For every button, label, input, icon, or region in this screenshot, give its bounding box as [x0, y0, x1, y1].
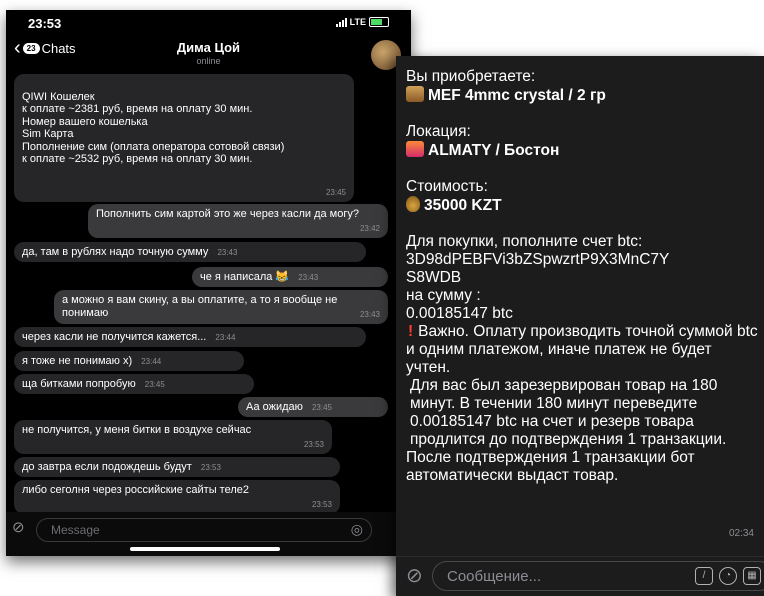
home-indicator — [130, 547, 280, 551]
box-emoji-icon — [406, 86, 424, 102]
message-input[interactable]: Message ◎ — [36, 518, 372, 542]
message-bubble[interactable]: либо сеголня через российские сайты теле… — [14, 480, 340, 514]
attach-icon[interactable]: ⊘ — [406, 563, 423, 588]
message-time: 23:53 — [311, 499, 332, 509]
message-bubble[interactable]: не получится, у меня битки в воздухе сей… — [14, 420, 332, 454]
message-text: Пополнить сим картой это же через касли … — [96, 208, 359, 220]
location-label: Локация: — [406, 123, 471, 140]
message-composer: ⊘ Message ◎ › — [6, 512, 411, 556]
message-bubble[interactable]: я тоже не понимаю х) 23:44 — [14, 351, 244, 371]
after-text: После подтверждения 1 транзакции бот авт… — [406, 449, 695, 484]
message-bubble[interactable]: да, там в рублях надо точную сумму 23:43 — [14, 242, 366, 262]
price-line: 35000 KZT — [406, 196, 758, 215]
sticker-icon[interactable]: ◎ — [351, 521, 363, 538]
message-bubble[interactable]: а можно я вам скину, а вы оплатите, а то… — [54, 290, 388, 324]
contact-status: online — [196, 56, 221, 66]
status-right: LTE — [335, 17, 389, 27]
message-text: я тоже не понимаю х) — [22, 355, 133, 367]
message-time: 23:43 — [298, 273, 319, 282]
exclamation-icon: ! — [408, 323, 414, 340]
message-time: 02:34 — [728, 528, 754, 539]
pay-instruction: Для покупки, пополните счет btc: — [406, 233, 643, 250]
location-value: ALMATY / Бостон — [428, 142, 560, 159]
message-text: да, там в рублях надо точную сумму — [22, 246, 209, 258]
message-time: 23:44 — [215, 333, 236, 342]
message-time: 23:53 — [303, 439, 324, 449]
message-text: ща битками попробую — [22, 378, 136, 390]
sticker-icon[interactable]: ▦ — [743, 567, 761, 585]
message-time: 23:45 — [311, 403, 333, 412]
price-label: Стоимость: — [406, 178, 488, 195]
message-placeholder: Message — [51, 523, 100, 537]
product-name: MEF 4mmc crystal / 2 гр — [428, 87, 606, 104]
status-time: 23:53 — [28, 16, 62, 31]
chat-header: ‹ 23 Chats Дима Цой online — [6, 36, 411, 72]
reserve-text: Для вас был зарезервирован товар на 180 … — [410, 377, 727, 448]
message-input[interactable]: Сообщение... / ◔ ▦ — [432, 561, 764, 591]
message-text: не получится, у меня битки в воздухе сей… — [22, 424, 252, 436]
clock-icon[interactable]: ◔ — [719, 567, 737, 585]
btc-address-line2[interactable]: S8WDB — [406, 269, 758, 287]
sum-label: на сумму : — [406, 287, 481, 304]
sum-value: 0.00185147 btc — [406, 305, 513, 322]
price-value: 35000 KZT — [424, 197, 502, 214]
message-bubble[interactable]: ща битками попробую 23:45 — [14, 374, 254, 394]
signal-icon — [335, 17, 347, 27]
message-bubble[interactable]: через касли не получится кажется... 23:4… — [14, 327, 366, 347]
network-label: LTE — [349, 17, 366, 27]
bot-message-screenshot: Вы приобретаете: MEF 4mmc crystal / 2 гр… — [396, 56, 764, 596]
bot-message[interactable]: Вы приобретаете: MEF 4mmc crystal / 2 гр… — [406, 68, 758, 485]
message-text: до завтра если подождешь будут — [22, 461, 192, 473]
attach-icon[interactable]: ⊘ — [12, 518, 25, 536]
warning-text: ! Важно. Оплату производить точной суммой… — [406, 323, 758, 377]
phone-screenshot: 23:53 LTE ‹ 23 Chats Дима Цой online QIW… — [6, 10, 411, 556]
message-time: 23:45 — [325, 187, 346, 197]
message-text: че я написала 😹 — [200, 271, 290, 283]
message-time: 23:43 — [217, 248, 238, 257]
status-bar: 23:53 LTE — [6, 10, 411, 36]
message-bubble[interactable]: до завтра если подождешь будут 23:53 — [14, 457, 340, 477]
money-bag-emoji-icon — [406, 196, 420, 212]
message-time: 23:53 — [200, 463, 221, 472]
message-text: Аа ожидаю — [246, 401, 303, 413]
location-line: ALMATY / Бостон — [406, 141, 758, 160]
battery-icon — [369, 17, 389, 27]
message-time: 23:44 — [141, 357, 162, 366]
contact-name[interactable]: Дима Цой — [6, 40, 411, 55]
message-text: либо сеголня через российские сайты теле… — [22, 484, 249, 496]
product-line: MEF 4mmc crystal / 2 гр — [406, 86, 758, 105]
warning-body: Важно. Оплату производить точной суммой … — [406, 323, 758, 376]
city-emoji-icon — [406, 141, 424, 157]
message-placeholder: Сообщение... — [447, 568, 542, 585]
message-text: QIWI Кошелек к оплате ~2381 руб, время н… — [22, 90, 285, 166]
message-bubble[interactable]: че я написала 😹 23:43 — [192, 267, 388, 287]
message-bubble[interactable]: Пополнить сим картой это же через касли … — [88, 204, 388, 238]
message-composer: ⊘ Сообщение... / ◔ ▦ — [396, 556, 764, 596]
message-bubble[interactable]: Аа ожидаю 23:45 — [238, 397, 388, 417]
btc-address-line1[interactable]: 3D98dPEBFVi3bZSpwzrtP9X3MnC7Y — [406, 251, 758, 269]
message-time: 23:45 — [144, 380, 165, 389]
message-text: а можно я вам скину, а вы оплатите, а то… — [62, 294, 338, 319]
bot-command-icon[interactable]: / — [695, 567, 713, 585]
buy-label: Вы приобретаете: — [406, 68, 536, 85]
message-text: через касли не получится кажется... — [22, 331, 207, 343]
message-time: 23:43 — [359, 309, 380, 319]
message-bubble[interactable]: QIWI Кошелек к оплате ~2381 руб, время н… — [14, 74, 354, 202]
message-time: 23:42 — [359, 223, 380, 233]
